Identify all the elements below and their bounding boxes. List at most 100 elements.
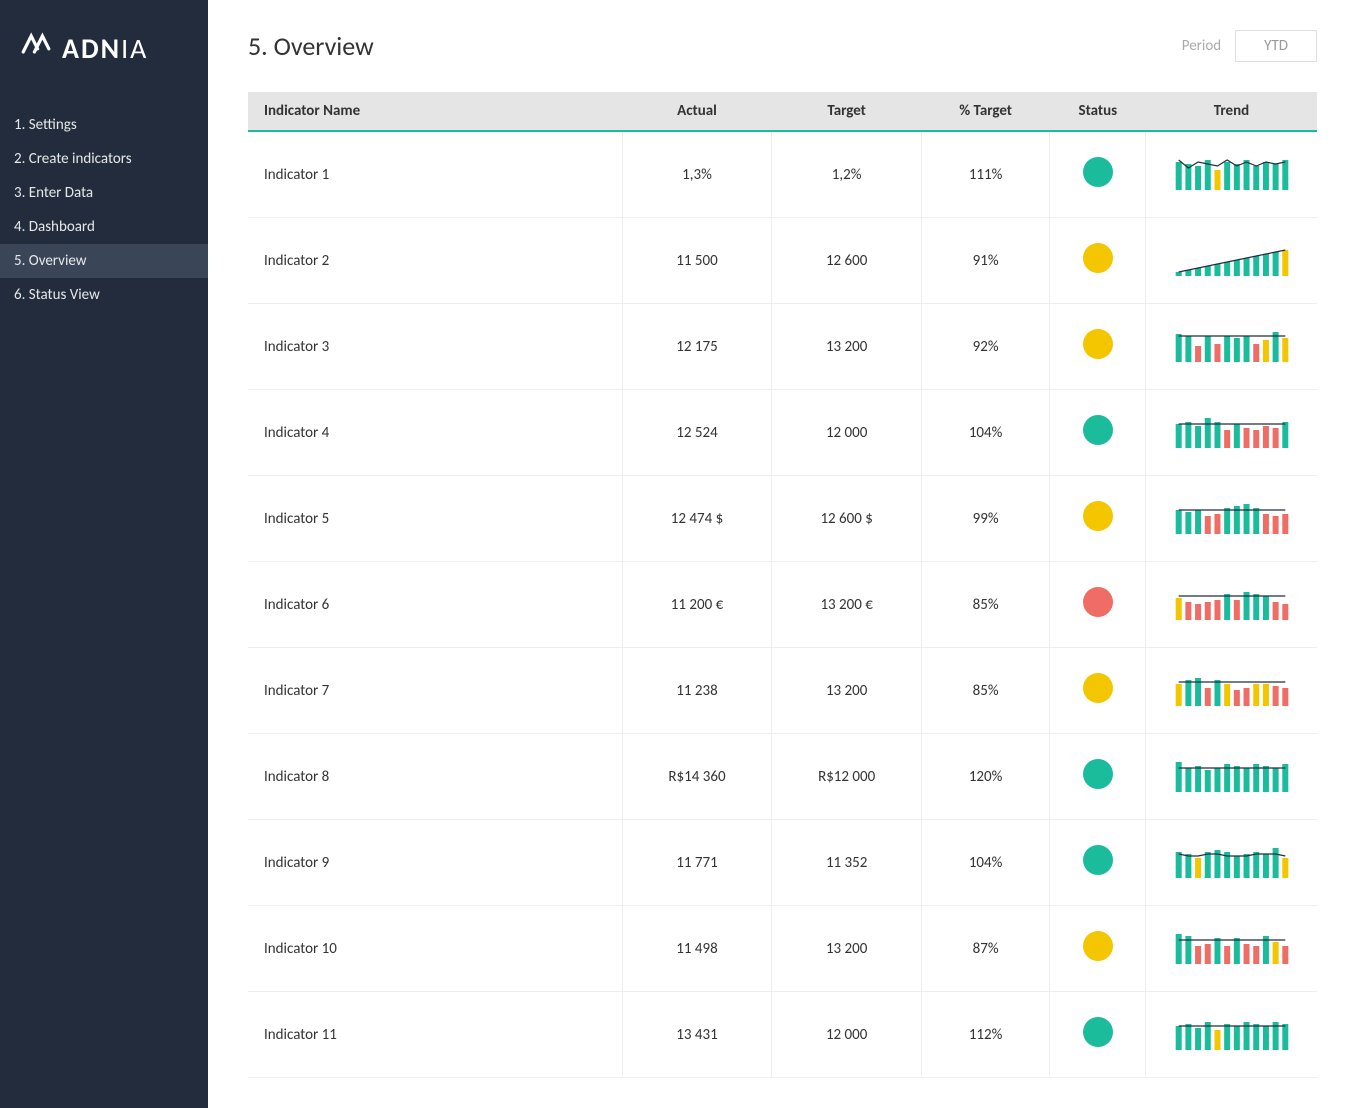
cell-status: [1050, 390, 1146, 476]
cell-actual: 11 238: [622, 648, 772, 734]
cell-target: 13 200: [772, 304, 922, 390]
status-dot-icon: [1083, 759, 1113, 789]
cell-pct: 104%: [921, 390, 1049, 476]
table-row: Indicator 512 474 $12 600 $99%: [248, 476, 1317, 562]
table-row: Indicator 312 17513 20092%: [248, 304, 1317, 390]
cell-actual: 12 175: [622, 304, 772, 390]
cell-pct: 111%: [921, 131, 1049, 218]
cell-actual: 11 771: [622, 820, 772, 906]
period-label: Period: [1182, 37, 1221, 55]
cell-pct: 87%: [921, 906, 1049, 992]
cell-pct: 85%: [921, 562, 1049, 648]
brand-name-bold: ADN: [62, 31, 121, 66]
cell-name: Indicator 4: [248, 390, 622, 476]
cell-actual: 11 500: [622, 218, 772, 304]
cell-target: 12 600 $: [772, 476, 922, 562]
cell-trend: [1146, 218, 1317, 304]
sidebar-item-0[interactable]: 1. Settings: [0, 108, 208, 142]
table-body: Indicator 11,3%1,2%111%Indicator 211 500…: [248, 131, 1317, 1078]
col-header-pct: % Target: [921, 92, 1049, 131]
cell-name: Indicator 3: [248, 304, 622, 390]
table-row: Indicator 8R$14 360R$12 000120%: [248, 734, 1317, 820]
cell-trend: [1146, 734, 1317, 820]
brand-name: ADNIA: [62, 31, 148, 66]
cell-trend: [1146, 562, 1317, 648]
sidebar-item-3[interactable]: 4. Dashboard: [0, 210, 208, 244]
cell-target: 11 352: [772, 820, 922, 906]
cell-trend: [1146, 304, 1317, 390]
cell-status: [1050, 734, 1146, 820]
nav-list: 1. Settings2. Create indicators3. Enter …: [0, 108, 208, 312]
status-dot-icon: [1083, 157, 1113, 187]
cell-status: [1050, 820, 1146, 906]
status-dot-icon: [1083, 931, 1113, 961]
cell-name: Indicator 11: [248, 992, 622, 1078]
table-row: Indicator 711 23813 20085%: [248, 648, 1317, 734]
status-dot-icon: [1083, 587, 1113, 617]
sidebar-item-1[interactable]: 2. Create indicators: [0, 142, 208, 176]
brand-name-light: IA: [121, 31, 148, 66]
cell-actual: 11 498: [622, 906, 772, 992]
cell-target: 13 200: [772, 648, 922, 734]
cell-status: [1050, 218, 1146, 304]
cell-actual: 1,3%: [622, 131, 772, 218]
cell-status: [1050, 648, 1146, 734]
table-row: Indicator 911 77111 352104%: [248, 820, 1317, 906]
cell-status: [1050, 304, 1146, 390]
cell-pct: 112%: [921, 992, 1049, 1078]
cell-target: 13 200: [772, 906, 922, 992]
cell-trend: [1146, 820, 1317, 906]
col-header-actual: Actual: [622, 92, 772, 131]
page-title: 5. Overview: [248, 30, 374, 62]
cell-trend: [1146, 992, 1317, 1078]
cell-actual: 13 431: [622, 992, 772, 1078]
cell-name: Indicator 9: [248, 820, 622, 906]
logo-icon: [20, 28, 52, 68]
cell-name: Indicator 5: [248, 476, 622, 562]
cell-trend: [1146, 906, 1317, 992]
overview-table: Indicator Name Actual Target % Target St…: [248, 92, 1317, 1078]
cell-pct: 104%: [921, 820, 1049, 906]
col-header-target: Target: [772, 92, 922, 131]
status-dot-icon: [1083, 243, 1113, 273]
cell-status: [1050, 476, 1146, 562]
cell-target: 12 000: [772, 992, 922, 1078]
cell-status: [1050, 992, 1146, 1078]
cell-status: [1050, 131, 1146, 218]
table-row: Indicator 412 52412 000104%: [248, 390, 1317, 476]
cell-trend: [1146, 476, 1317, 562]
table-row: Indicator 1011 49813 20087%: [248, 906, 1317, 992]
status-dot-icon: [1083, 415, 1113, 445]
cell-pct: 85%: [921, 648, 1049, 734]
cell-name: Indicator 10: [248, 906, 622, 992]
status-dot-icon: [1083, 501, 1113, 531]
status-dot-icon: [1083, 329, 1113, 359]
sidebar-item-2[interactable]: 3. Enter Data: [0, 176, 208, 210]
status-dot-icon: [1083, 845, 1113, 875]
cell-name: Indicator 2: [248, 218, 622, 304]
cell-target: 12 600: [772, 218, 922, 304]
page-header: 5. Overview Period YTD: [248, 30, 1317, 62]
cell-actual: 12 524: [622, 390, 772, 476]
col-header-status: Status: [1050, 92, 1146, 131]
period-select[interactable]: YTD: [1235, 30, 1317, 62]
cell-trend: [1146, 131, 1317, 218]
table-row: Indicator 11,3%1,2%111%: [248, 131, 1317, 218]
cell-trend: [1146, 390, 1317, 476]
sidebar-item-5[interactable]: 6. Status View: [0, 278, 208, 312]
table-row: Indicator 211 50012 60091%: [248, 218, 1317, 304]
cell-target: 12 000: [772, 390, 922, 476]
table-header-row: Indicator Name Actual Target % Target St…: [248, 92, 1317, 131]
cell-pct: 99%: [921, 476, 1049, 562]
cell-target: 13 200 €: [772, 562, 922, 648]
cell-pct: 91%: [921, 218, 1049, 304]
cell-actual: R$14 360: [622, 734, 772, 820]
cell-name: Indicator 7: [248, 648, 622, 734]
cell-name: Indicator 1: [248, 131, 622, 218]
cell-actual: 11 200 €: [622, 562, 772, 648]
sidebar-item-4[interactable]: 5. Overview: [0, 244, 208, 278]
main-content: 5. Overview Period YTD Indicator Name Ac…: [208, 0, 1357, 1108]
cell-name: Indicator 6: [248, 562, 622, 648]
cell-target: R$12 000: [772, 734, 922, 820]
sidebar: ADNIA 1. Settings2. Create indicators3. …: [0, 0, 208, 1108]
